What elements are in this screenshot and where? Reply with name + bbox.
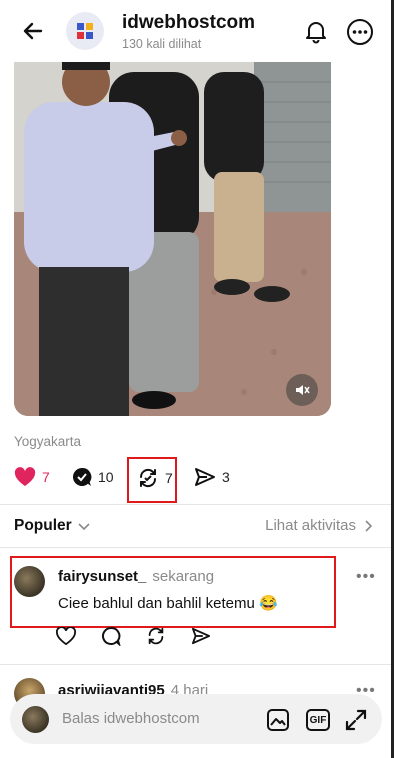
sort-dropdown[interactable]: Populer xyxy=(14,517,90,535)
send-icon[interactable] xyxy=(191,626,211,646)
back-arrow-icon[interactable] xyxy=(18,16,48,46)
comment-bubble-icon[interactable] xyxy=(101,626,121,646)
chevron-down-icon xyxy=(78,523,90,531)
repost-highlight-box xyxy=(127,457,177,503)
gif-label: GIF xyxy=(306,709,330,731)
sort-label: Populer xyxy=(14,517,72,534)
chevron-right-icon xyxy=(365,519,372,532)
heart-icon xyxy=(14,467,36,486)
image-icon[interactable] xyxy=(265,707,291,733)
divider xyxy=(0,504,394,505)
post-location[interactable]: Yogyakarta xyxy=(14,434,81,449)
gif-icon[interactable]: GIF xyxy=(305,707,331,733)
send-icon xyxy=(195,468,215,486)
share-count: 3 xyxy=(222,469,230,485)
comment-highlight-box xyxy=(10,556,336,628)
repost-icon[interactable] xyxy=(146,626,166,646)
account-name[interactable]: idwebhostcom xyxy=(122,12,255,34)
avatar xyxy=(22,706,49,733)
view-count: 130 kali dilihat xyxy=(122,37,202,51)
reply-button[interactable]: 10 xyxy=(72,467,114,487)
reply-check-icon xyxy=(72,467,92,486)
account-logo-avatar[interactable] xyxy=(66,12,104,50)
like-count: 7 xyxy=(42,469,50,485)
like-button[interactable]: 7 xyxy=(14,467,50,487)
divider xyxy=(0,664,394,665)
view-activity-link[interactable]: Lihat aktivitas xyxy=(265,517,372,534)
divider xyxy=(0,547,394,548)
mute-icon[interactable] xyxy=(286,374,318,406)
post-video[interactable] xyxy=(14,62,331,416)
video-frame-image xyxy=(14,62,331,416)
comment-more-icon[interactable]: ••• xyxy=(356,568,376,586)
heart-outline-icon[interactable] xyxy=(56,626,76,646)
more-options-icon[interactable] xyxy=(346,18,374,51)
reply-input[interactable]: Balas idwebhostcom xyxy=(62,710,200,727)
comment-actions xyxy=(56,626,211,646)
activity-label: Lihat aktivitas xyxy=(265,517,356,534)
top-bar: idwebhostcom 130 kali dilihat xyxy=(0,0,394,62)
reply-count: 10 xyxy=(98,469,114,485)
comments-sort-row: Populer Lihat aktivitas xyxy=(0,515,394,539)
reply-bar: Balas idwebhostcom GIF xyxy=(10,694,382,744)
share-button[interactable]: 3 xyxy=(194,467,230,487)
expand-icon[interactable] xyxy=(343,707,369,733)
bell-icon[interactable] xyxy=(303,18,329,49)
